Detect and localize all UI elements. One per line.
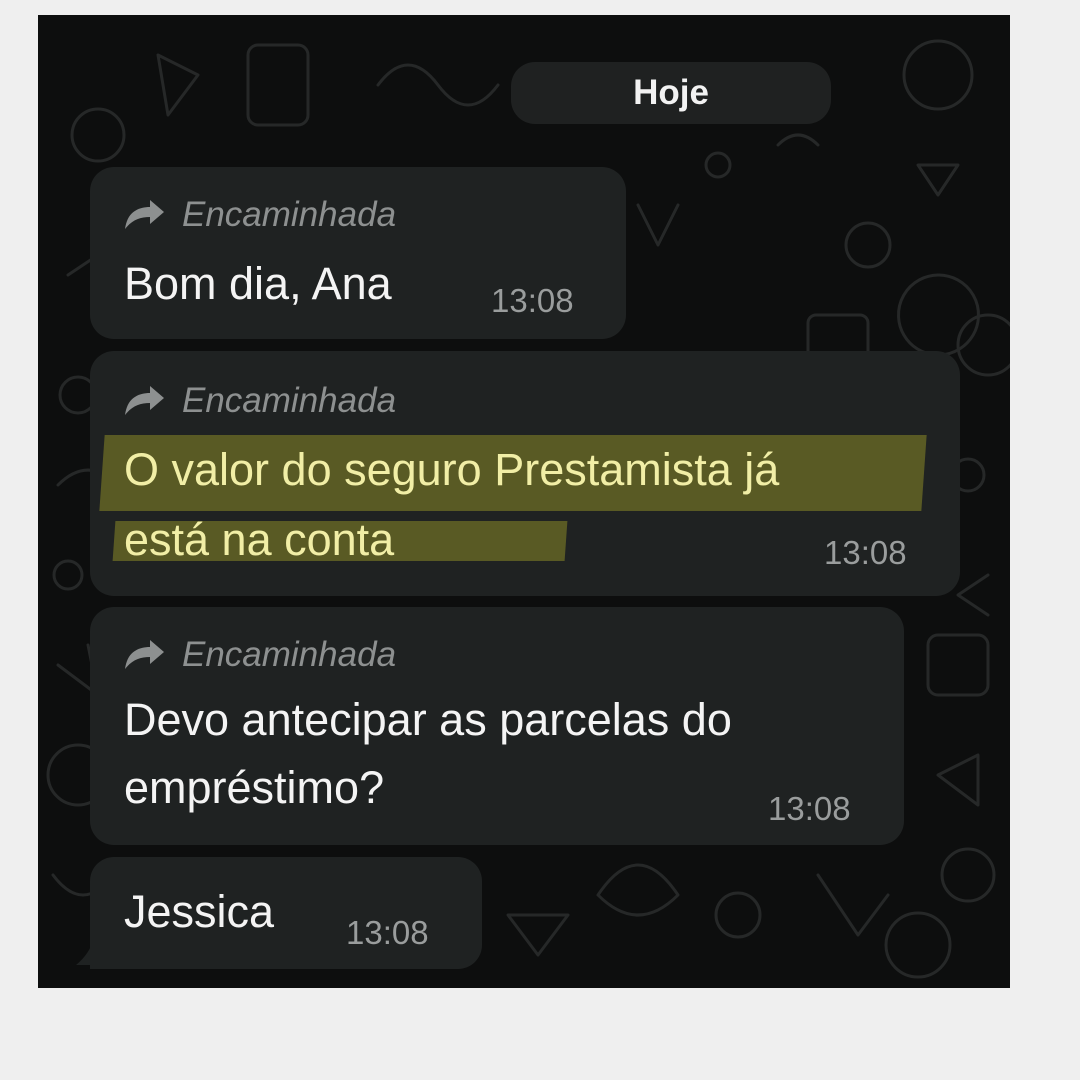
message-bubble[interactable]: Encaminhada O valor do seguro Prestamist… [90, 351, 960, 596]
message-text: empréstimo? [124, 762, 385, 813]
forwarded-label: Encaminhada [124, 195, 396, 235]
message-text: está na conta [124, 514, 395, 565]
forward-arrow-icon [125, 386, 164, 415]
forwarded-label: Encaminhada [124, 381, 396, 421]
message-bubble[interactable]: Encaminhada Bom dia, Ana 13:08 [90, 167, 626, 339]
message-bubble[interactable]: Jessica 13:08 [90, 857, 482, 969]
forwarded-label: Encaminhada [124, 635, 396, 675]
message-text: O valor do seguro Prestamista já [124, 444, 780, 495]
chat-area: Hoje Encaminhada Bom dia, Ana 13:08 Enca… [38, 15, 1010, 988]
message-time: 13:08 [491, 282, 574, 319]
forward-arrow-icon [125, 640, 164, 669]
message-time: 13:08 [824, 534, 907, 571]
forward-arrow-icon [125, 200, 164, 229]
forwarded-text: Encaminhada [182, 195, 397, 234]
forwarded-text: Encaminhada [182, 381, 397, 420]
message-time: 13:08 [768, 790, 851, 827]
message-text: Jessica [124, 886, 275, 937]
forwarded-text: Encaminhada [182, 635, 397, 674]
date-separator: Hoje [511, 62, 831, 124]
message-time: 13:08 [346, 914, 429, 951]
message-text: Bom dia, Ana [124, 258, 392, 309]
message-bubble[interactable]: Encaminhada Devo antecipar as parcelas d… [90, 607, 904, 845]
message-text: Devo antecipar as parcelas do [124, 694, 732, 745]
